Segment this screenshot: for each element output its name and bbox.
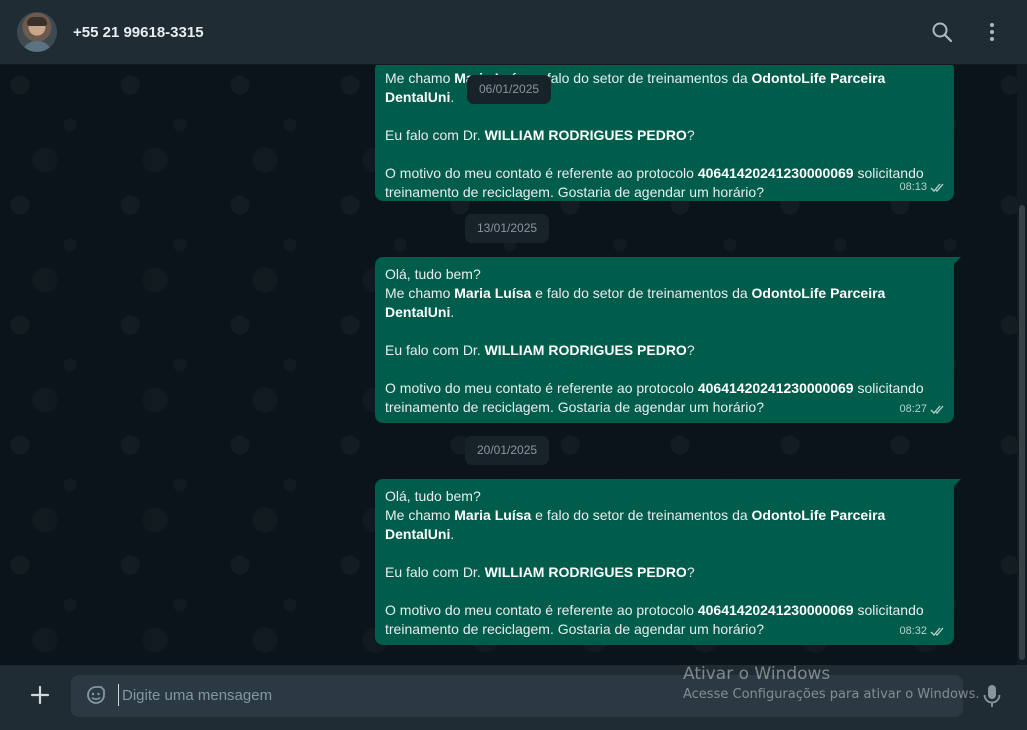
sticker-icon[interactable]	[84, 683, 108, 707]
message-line: treinamento de reciclagem. Gostaria de a…	[385, 621, 764, 637]
message-line: Eu falo com Dr. WILLIAM RODRIGUES PEDRO?	[385, 342, 695, 358]
message-line: O motivo do meu contato é referente ao p…	[385, 380, 924, 396]
message-line: Olá, tudo bem?	[385, 266, 481, 282]
date-separator: 20/01/2025	[465, 436, 550, 465]
message-line: Eu falo com Dr. WILLIAM RODRIGUES PEDRO?	[385, 564, 695, 580]
floating-date-chip: 06/01/2025	[467, 75, 552, 104]
message-meta: 08:13	[899, 178, 946, 197]
message-bubble-1[interactable]: Me chamo Maria Luísa e falo do setor de …	[375, 65, 954, 201]
message-line: Me chamo Maria Luísa e falo do setor de …	[385, 285, 886, 301]
chat-area[interactable]: Me chamo Maria Luísa e falo do setor de …	[0, 65, 1017, 665]
message-input[interactable]	[118, 684, 722, 706]
message-line: O motivo do meu contato é referente ao p…	[385, 165, 924, 181]
search-icon[interactable]	[930, 20, 954, 44]
message-time: 08:32	[899, 625, 927, 637]
message-line: treinamento de reciclagem. Gostaria de a…	[385, 184, 764, 200]
message-bubble-2[interactable]: Olá, tudo bem? Me chamo Maria Luísa e fa…	[375, 257, 961, 423]
watermark-subtitle: Acesse Configurações para ativar o Windo…	[683, 687, 980, 702]
message-time: 08:27	[899, 403, 927, 415]
date-separator: 13/01/2025	[465, 214, 550, 243]
double-check-icon	[930, 405, 944, 414]
message-line: O motivo do meu contato é referente ao p…	[385, 602, 924, 618]
message-line: DentalUni.	[385, 304, 455, 320]
chat-scrollbar[interactable]	[1017, 65, 1027, 665]
menu-icon[interactable]	[980, 20, 1004, 44]
message-time: 08:13	[899, 181, 927, 193]
double-check-icon	[930, 627, 944, 636]
scrollbar-thumb[interactable]	[1019, 205, 1025, 660]
message-line: DentalUni.	[385, 526, 455, 542]
chat-header: +55 21 99618-3315	[0, 0, 1027, 65]
double-check-icon	[930, 183, 944, 192]
message-line: Me chamo Maria Luísa e falo do setor de …	[385, 507, 886, 523]
message-meta: 08:27	[899, 400, 946, 419]
watermark-title: Ativar o Windows	[683, 664, 831, 684]
contact-name[interactable]: +55 21 99618-3315	[73, 24, 204, 41]
plus-icon[interactable]	[28, 683, 52, 707]
message-line: Olá, tudo bem?	[385, 488, 481, 504]
mic-icon[interactable]	[981, 683, 1003, 709]
contact-avatar[interactable]	[17, 12, 57, 52]
message-line: Eu falo com Dr. WILLIAM RODRIGUES PEDRO?	[385, 127, 695, 143]
message-meta: 08:32	[899, 622, 946, 641]
message-bubble-3[interactable]: Olá, tudo bem? Me chamo Maria Luísa e fa…	[375, 479, 961, 645]
windows-activation-watermark: Ativar o Windows Acesse Configurações pa…	[683, 663, 979, 705]
message-line: treinamento de reciclagem. Gostaria de a…	[385, 399, 764, 415]
